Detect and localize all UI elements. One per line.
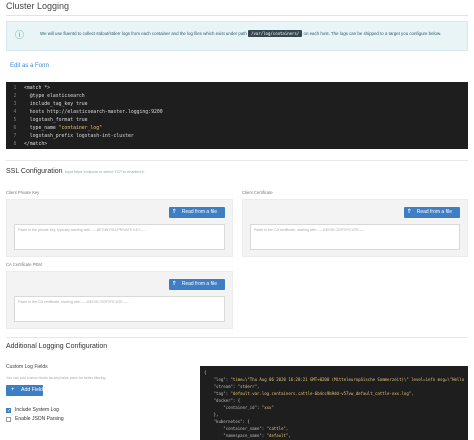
upload-icon: ⇮ [406,209,412,215]
client-key-read-button[interactable]: ⇮ Read from a file [168,207,225,218]
code-text: type_name "container_log" [24,126,102,131]
line-number: 6 [13,126,17,131]
custom-log-fields-label: Custom Log Fields [6,364,48,370]
ca-cert-label: CA Certificate PEM [6,262,42,267]
title-divider [6,15,468,16]
preview-line: }, [204,412,219,417]
preview-line: "log": "time=\"Thu Aug 06 2020 16:28:21 … [213,377,466,382]
client-cert-read-button[interactable]: ⇮ Read from a file [403,207,460,218]
preview-line: { [204,370,207,375]
code-text: hosts http://elasticsearch-master.loggin… [24,110,163,115]
code-line: 2 @type elasticsearch [6,93,468,101]
client-key-label: Client Private Key [6,190,40,195]
checkbox-icon[interactable] [6,417,11,422]
line-number: 3 [13,102,17,107]
preview-line: "docker": { [213,398,241,403]
preview-line: "container_name": "cattle", [223,426,289,431]
custom-log-fields-help: You can add custom fields as key/value p… [6,376,106,380]
line-number: 5 [13,118,17,123]
code-line: 8 </match> [6,141,468,149]
preview-line: "namespace_name": "default", [223,433,291,438]
code-line: 5 logstash_format true [6,117,468,125]
ca-cert-read-button[interactable]: ⇮ Read from a file [168,279,225,290]
edit-as-form-link[interactable]: Edit as a Form [10,63,49,69]
code-line: 6 type_name "container_log" [6,125,468,133]
section-divider [6,160,468,161]
preview-line: "kubernetes": { [213,419,250,424]
client-key-panel: ⇮ Read from a file Paste in the private k… [6,199,233,257]
client-cert-panel: ⇮ Read from a file Paste in the CA certif… [242,199,468,257]
ca-cert-panel: ⇮ Read from a file Paste in the CA certif… [6,271,233,329]
code-line: 4 hosts http://elasticsearch-master.logg… [6,109,468,117]
client-cert-label: Client Certificate [242,190,273,195]
code-text: include_tag_key true [24,102,88,107]
code-text: <match *> [24,86,50,91]
info-text: We will use fluentd to collect stdout/st… [40,30,442,37]
line-number: 4 [13,110,17,115]
log-path-code: /var/log/containers/ [248,30,303,37]
ssl-section-subtitle: Input https endpoint or select TCP to en… [64,170,145,174]
section-divider [6,337,468,338]
preview-line: "tag": "default.var.log.containers.cattl… [213,391,414,396]
log-preview-panel: { "log": "time=\"Thu Aug 06 2020 16:28:2… [200,366,468,440]
preview-line: "stream": "stderr", [213,384,260,389]
code-text: @type elasticsearch [24,94,85,99]
code-line: 1 <match *> [6,85,468,93]
line-number: 8 [13,142,17,147]
info-banner: ⓘ We will use fluentd to collect stdout/… [6,21,468,51]
info-icon: ⓘ [15,30,25,40]
code-line: 7 logstash_prefix logstash-int-cluster [6,133,468,141]
ssl-section-title: SSL Configuration Input https endpoint or… [6,168,145,175]
checkbox-icon[interactable]: ✓ [6,408,11,414]
code-text: </match> [24,142,48,147]
line-number: 2 [13,94,17,99]
ca-cert-textarea[interactable]: Paste in the CA certificate, starting wi… [14,296,225,322]
code-line: 3 include_tag_key true [6,101,468,109]
line-number: 1 [13,86,17,91]
code-text: logstash_format true [24,118,88,123]
plus-icon: + [11,387,15,393]
client-cert-textarea[interactable]: Paste in the CA certificate, starting wi… [250,224,460,250]
add-field-button[interactable]: + Add Field [6,385,43,396]
additional-section-title: Additional Logging Configuration [6,343,108,350]
config-code-editor[interactable]: 1 <match *> 2 @type elasticsearch 3 include… [6,82,468,149]
upload-icon: ⇮ [171,209,177,215]
upload-icon: ⇮ [171,281,177,287]
preview-line: "container_id": "xxx" [223,405,274,410]
client-key-textarea[interactable]: Paste in the private key, typically star… [14,224,225,250]
page-title: Cluster Logging [6,1,70,11]
code-text: logstash_prefix logstash-int-cluster [24,134,134,139]
line-number: 7 [13,134,17,139]
